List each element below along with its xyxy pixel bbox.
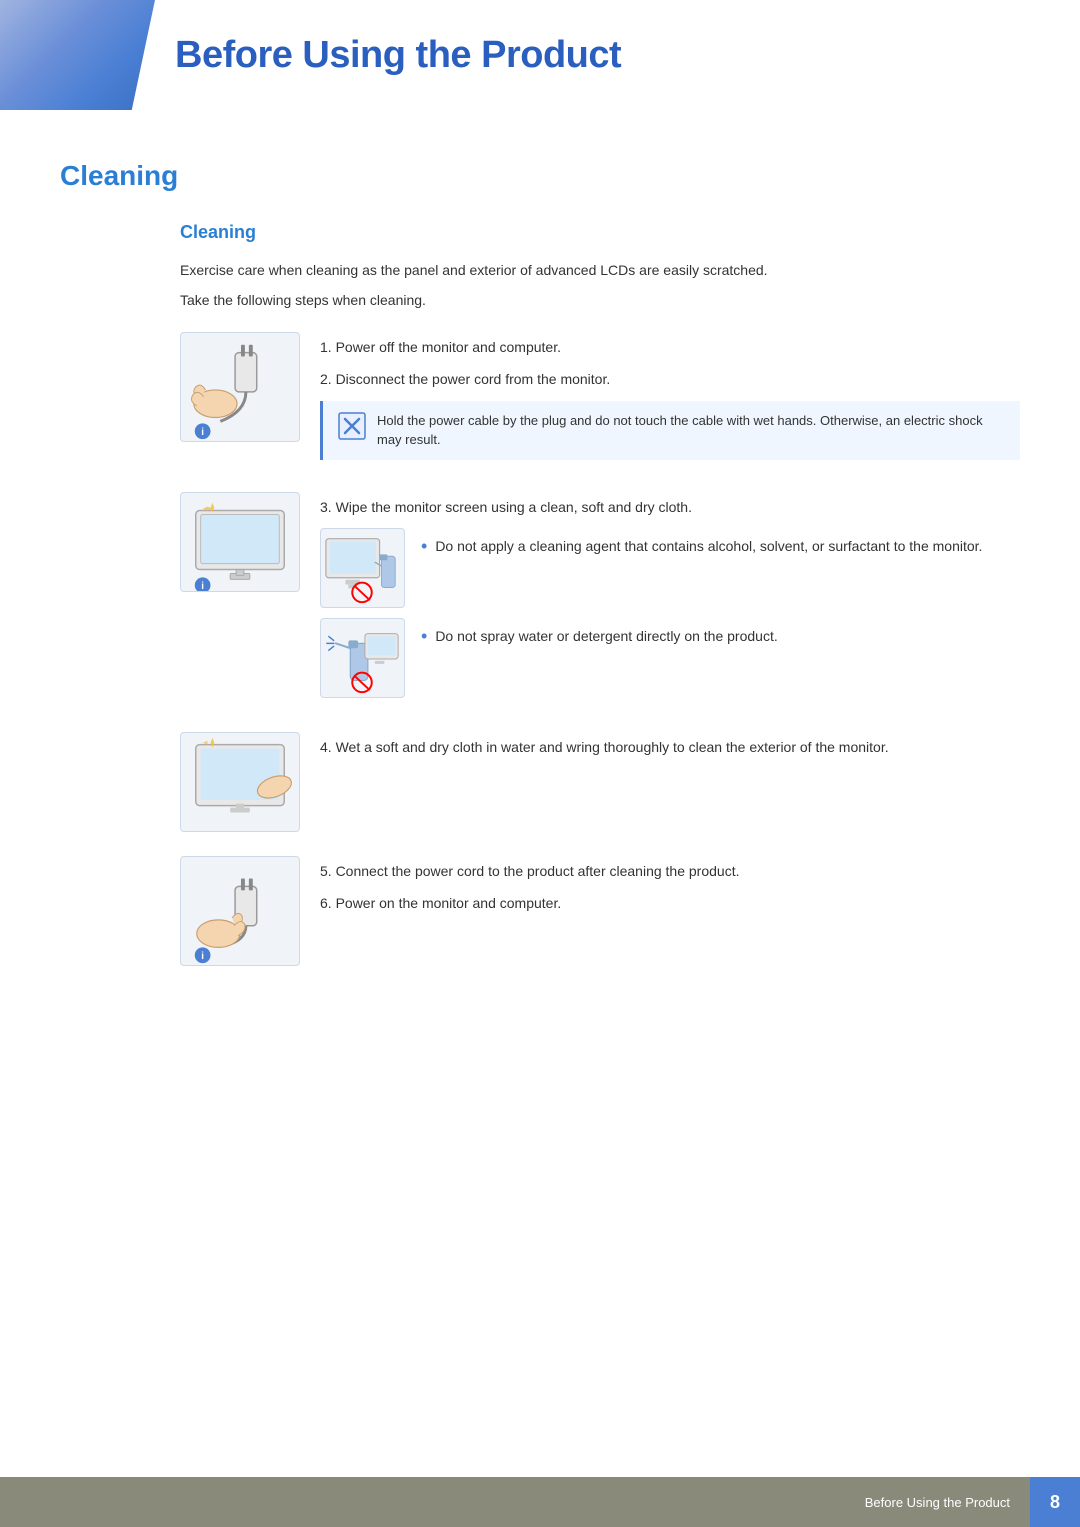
warning-icon — [337, 411, 367, 441]
step-3-content: 3. Wipe the monitor screen using a clean… — [320, 492, 1020, 708]
step-row-1: i 1. Power off the monitor and computer.… — [180, 332, 1020, 468]
header-accent — [0, 0, 155, 110]
step-5-text: 5. Connect the power cord to the product… — [320, 860, 1020, 882]
step-1-content: 1. Power off the monitor and computer. 2… — [320, 332, 1020, 468]
bullet-dot-1: • — [421, 537, 427, 555]
step-row-5: i 5. Connect the power cord to the produ… — [180, 856, 1020, 966]
plug-connect-image: i — [180, 856, 300, 966]
step-6-text: 6. Power on the monitor and computer. — [320, 892, 1020, 914]
plug-unplug-image: i — [180, 332, 300, 442]
step-5-content: 5. Connect the power cord to the product… — [320, 856, 1020, 925]
page-header: Before Using the Product — [0, 0, 1080, 110]
step-row-4: 4. Wet a soft and dry cloth in water and… — [180, 732, 1020, 832]
svg-text:i: i — [201, 581, 204, 592]
bullet-2-content: • Do not spray water or detergent direct… — [421, 618, 1020, 653]
intro-line-1: Exercise care when cleaning as the panel… — [180, 259, 1020, 281]
warning-text: Hold the power cable by the plug and do … — [377, 411, 1006, 450]
steps-area: i 1. Power off the monitor and computer.… — [180, 332, 1020, 966]
step-3-text: 3. Wipe the monitor screen using a clean… — [320, 496, 1020, 518]
monitor-exterior-image — [180, 732, 300, 832]
bullet-dot-2: • — [421, 627, 427, 645]
section-heading: Cleaning — [60, 160, 1020, 192]
step-1-text: 1. Power off the monitor and computer. — [320, 336, 1020, 358]
main-content: Cleaning Cleaning Exercise care when cle… — [0, 110, 1080, 1070]
footer-page-number: 8 — [1030, 1477, 1080, 1527]
warning-box: Hold the power cable by the plug and do … — [320, 401, 1020, 460]
step-row-3: i 3. Wipe the monitor screen using a cle… — [180, 492, 1020, 708]
bullet-text-1: Do not apply a cleaning agent that conta… — [435, 536, 982, 557]
footer-breadcrumb: Before Using the Product — [865, 1495, 1030, 1510]
cleaning-agent-image — [320, 528, 405, 608]
bullet-note-2: • Do not spray water or detergent direct… — [320, 618, 1020, 698]
page-title: Before Using the Product — [175, 34, 621, 77]
step-2-text: 2. Disconnect the power cord from the mo… — [320, 368, 1020, 390]
bullet-note-1: • Do not apply a cleaning agent that con… — [320, 528, 1020, 608]
monitor-wipe-image: i — [180, 492, 300, 592]
step-4-text: 4. Wet a soft and dry cloth in water and… — [320, 736, 1020, 758]
spray-bottle-image — [320, 618, 405, 698]
bullet-item-1: • Do not apply a cleaning agent that con… — [421, 536, 1020, 557]
svg-text:i: i — [201, 951, 204, 962]
bullet-1-content: • Do not apply a cleaning agent that con… — [421, 528, 1020, 563]
step-4-content: 4. Wet a soft and dry cloth in water and… — [320, 732, 1020, 768]
bullet-item-2: • Do not spray water or detergent direct… — [421, 626, 1020, 647]
intro-line-2: Take the following steps when cleaning. — [180, 289, 1020, 311]
page-footer: Before Using the Product 8 — [0, 1477, 1080, 1527]
sub-heading: Cleaning — [180, 222, 1020, 243]
svg-text:i: i — [201, 427, 204, 438]
bullet-text-2: Do not spray water or detergent directly… — [435, 626, 777, 647]
sub-section: Cleaning Exercise care when cleaning as … — [180, 222, 1020, 966]
